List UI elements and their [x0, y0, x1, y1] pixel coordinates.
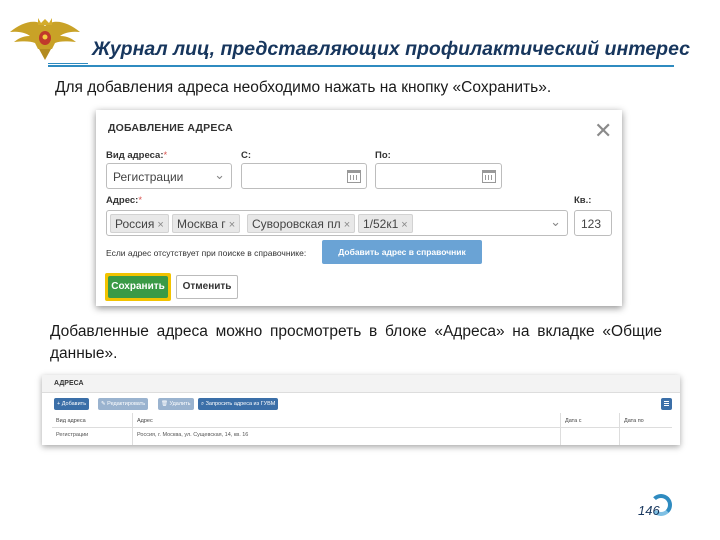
add-to-directory-button[interactable]: Добавить адрес в справочник: [322, 240, 482, 264]
edit-button[interactable]: ✎ Редактировать: [98, 398, 149, 410]
apartment-label: Кв.:: [574, 195, 592, 206]
chevron-down-icon[interactable]: ⌄: [550, 214, 561, 230]
address-chip: Москва г ×: [172, 214, 241, 233]
eagle-emblem-icon: [10, 18, 80, 60]
remove-chip-icon[interactable]: ×: [401, 219, 407, 231]
column-header-type[interactable]: Вид адреса: [56, 418, 86, 424]
column-header-address[interactable]: Адрес: [137, 418, 153, 424]
chevron-down-icon: ⌄: [214, 167, 225, 182]
save-button[interactable]: Сохранить: [108, 276, 168, 298]
addresses-block: АДРЕСА + Добавить ✎ Редактировать 🗑 Удал…: [42, 375, 680, 445]
delete-button[interactable]: 🗑 Удалить: [158, 398, 194, 410]
request-addresses-button[interactable]: ⌕ Запросить адреса из ГУВМ: [198, 398, 279, 410]
add-address-dialog: ДОБАВЛЕНИЕ АДРЕСА ✕ Вид адреса:* Регистр…: [96, 110, 622, 306]
date-from-label: С:: [241, 150, 252, 161]
addresses-header: АДРЕСА: [42, 375, 680, 393]
calendar-icon[interactable]: [482, 170, 496, 183]
table-cell-type[interactable]: Регистрации: [56, 432, 88, 438]
apartment-field[interactable]: 123: [574, 210, 612, 236]
column-divider: [132, 413, 133, 445]
calendar-icon[interactable]: [347, 170, 361, 183]
hint-text: Если адрес отсутствует при поиске в спра…: [106, 248, 307, 258]
addresses-info-text: Добавленные адреса можно просмотреть в б…: [50, 323, 662, 362]
title-divider-short: [48, 63, 88, 64]
add-button[interactable]: + Добавить: [54, 398, 90, 410]
date-to-label: По:: [375, 150, 391, 161]
dialog-title: ДОБАВЛЕНИЕ АДРЕСА: [108, 122, 233, 134]
remove-chip-icon[interactable]: ×: [344, 219, 350, 231]
remove-chip-icon[interactable]: ×: [229, 219, 235, 231]
cancel-button[interactable]: Отменить: [176, 275, 238, 299]
page-title: Журнал лиц, представляющих профилактичес…: [92, 38, 690, 60]
save-button-highlight: Сохранить: [105, 273, 171, 301]
close-icon[interactable]: ✕: [594, 120, 612, 142]
remove-chip-icon[interactable]: ×: [157, 219, 163, 231]
column-header-date-to[interactable]: Дата по: [624, 418, 644, 424]
header-divider: [52, 427, 672, 428]
address-label: Адрес:*: [106, 195, 143, 206]
table-cell-address[interactable]: Россия, г. Москва, ул. Сущевская, 14, кв…: [137, 432, 248, 438]
page-number: 146: [638, 503, 660, 518]
title-divider: [48, 65, 674, 67]
instruction-text: Для добавления адреса необходимо нажать …: [55, 79, 552, 96]
address-field[interactable]: Россия × Москва г × Суворовская пл × 1/52к1…: [106, 210, 568, 236]
address-type-select[interactable]: Регистрации ⌄: [106, 163, 232, 189]
address-chip: 1/52к1 ×: [358, 214, 413, 233]
address-type-label: Вид адреса:*: [106, 150, 168, 161]
addresses-title: АДРЕСА: [54, 380, 84, 387]
date-to-field[interactable]: [375, 163, 502, 189]
column-header-date-from[interactable]: Дата с: [565, 418, 581, 424]
date-from-field[interactable]: [241, 163, 367, 189]
address-chip: Суворовская пл ×: [247, 214, 356, 233]
menu-icon[interactable]: [661, 398, 672, 410]
column-divider: [619, 413, 620, 445]
address-chip: Россия ×: [110, 214, 169, 233]
column-divider: [560, 413, 561, 445]
